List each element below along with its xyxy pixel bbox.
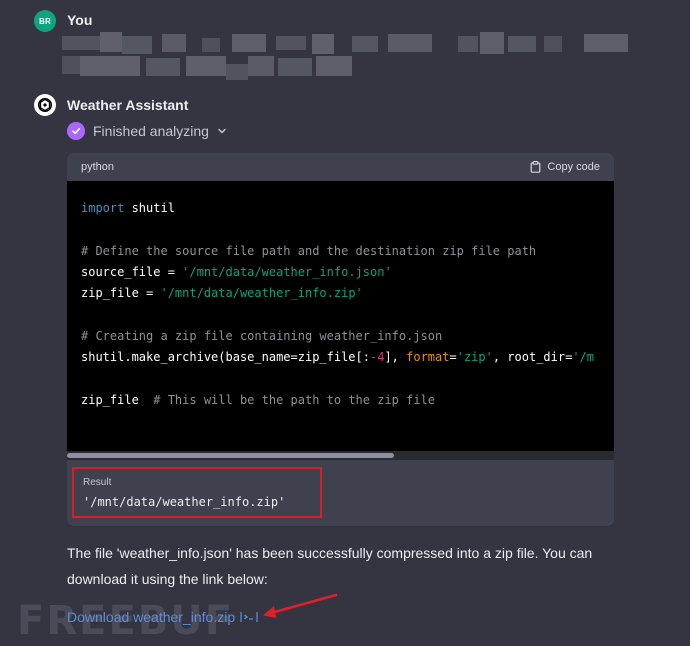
clipboard-icon: [531, 161, 541, 173]
assistant-name: Weather Assistant: [67, 97, 189, 113]
copy-code-label: Copy code: [547, 161, 600, 173]
download-link[interactable]: Download weather_info.zip: [67, 609, 258, 625]
chat-page: BR You Weather Assistant Finished analyz…: [0, 0, 690, 646]
code-panel: python Copy code import shutil # Define …: [67, 153, 614, 526]
result-label: Result: [83, 477, 112, 488]
code-editor[interactable]: import shutil # Define the source file p…: [67, 181, 614, 451]
result-highlight-box: Result '/mnt/data/weather_info.zip': [72, 467, 322, 518]
user-initials: BR: [39, 16, 51, 26]
chevron-down-icon: [218, 128, 226, 134]
scrollbar-thumb[interactable]: [67, 453, 394, 458]
code-line: # Creating a zip file containing weather…: [81, 328, 443, 343]
user-name: You: [67, 12, 93, 28]
analysis-status-toggle[interactable]: Finished analyzing: [67, 122, 227, 140]
reply-text: The file 'weather_info.json' has been su…: [67, 545, 593, 587]
code-language: python: [81, 161, 115, 173]
check-circle-icon: [67, 122, 85, 140]
analysis-status-label: Finished analyzing: [93, 123, 209, 139]
copy-code-button[interactable]: Copy code: [530, 161, 600, 173]
code-line: zip_file = '/mnt/data/weather_info.zip': [81, 286, 363, 301]
red-arrow-annotation: [263, 593, 338, 618]
code-line: import shutil: [81, 201, 175, 215]
result-value: '/mnt/data/weather_info.zip': [83, 495, 286, 509]
download-link-label: Download weather_info.zip: [67, 609, 236, 625]
code-line: zip_file # This will be the path to the …: [81, 392, 436, 407]
redacted-user-message: [62, 30, 632, 80]
assistant-avatar: [34, 94, 56, 116]
terminal-icon: [240, 612, 258, 622]
code-line: shutil.make_archive(base_name=zip_file[:…: [81, 350, 595, 365]
horizontal-scrollbar[interactable]: [67, 451, 614, 460]
user-avatar: BR: [34, 10, 56, 32]
code-header: python Copy code: [67, 153, 614, 181]
result-area: Result '/mnt/data/weather_info.zip': [67, 460, 614, 526]
code-line: # Define the source file path and the de…: [81, 243, 537, 258]
code-line: source_file = '/mnt/data/weather_info.js…: [81, 264, 392, 279]
openai-logo-icon: [38, 98, 52, 112]
